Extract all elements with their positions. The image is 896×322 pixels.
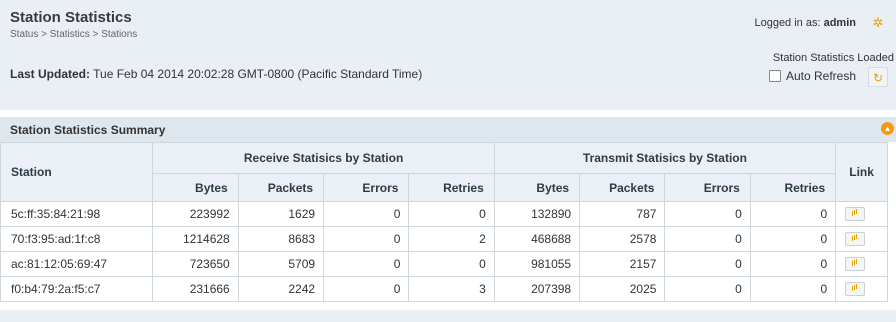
rx-errors: 0 [323,251,410,277]
tx-packets: 2578 [579,226,666,252]
link-cell [835,251,888,277]
col-tx-bytes: Bytes [493,173,581,202]
rx-packets: 8683 [237,226,325,252]
tx-packets: 787 [579,201,666,227]
rx-packets: 5709 [237,251,325,277]
chevron-up-icon[interactable]: ▲ [881,122,894,135]
table-row: f0:b4:79:2a:f5:c7 231666 2242 0 3 207398… [0,276,888,302]
col-rx-bytes: Bytes [152,173,239,202]
table-row: 5c:ff:35:84:21:98 223992 1629 0 0 132890… [0,201,888,227]
station-mac: ac:81:12:05:69:47 [0,251,154,277]
tx-errors: 0 [664,226,751,252]
tx-retries: 0 [749,251,837,277]
last-updated: Last Updated: Tue Feb 04 2014 20:02:28 G… [10,67,422,81]
rx-errors: 0 [323,226,410,252]
col-link: Link [835,142,888,202]
auto-refresh-toggle[interactable]: Auto Refresh [768,69,856,83]
rx-retries: 0 [408,201,495,227]
last-updated-label: Last Updated: [10,67,91,81]
page-header: Station Statistics Status > Statistics >… [0,0,896,110]
rx-retries: 0 [408,251,495,277]
col-rx-retries: Retries [408,173,495,202]
col-tx-retries: Retries [749,173,837,202]
col-group-transmit: Transmit Statisics by Station [493,142,837,174]
col-station: Station [0,142,154,202]
rx-errors: 0 [323,276,410,302]
tx-retries: 0 [749,276,837,302]
table-row: ac:81:12:05:69:47 723650 5709 0 0 981055… [0,251,888,277]
link-cell [835,226,888,252]
rx-retries: 2 [408,226,495,252]
logged-in-label: Logged in as: [754,17,821,29]
last-updated-value: Tue Feb 04 2014 20:02:28 GMT-0800 (Pacif… [93,67,423,81]
col-group-receive: Receive Statisics by Station [152,142,495,174]
col-rx-packets: Packets [237,173,325,202]
rx-bytes: 231666 [152,276,239,302]
chart-icon[interactable] [845,257,866,272]
link-cell [835,201,888,227]
page: Station Statistics Status > Statistics >… [0,0,896,322]
chart-icon[interactable] [845,282,866,297]
tx-errors: 0 [664,251,751,277]
auto-refresh-label: Auto Refresh [785,69,856,83]
rx-bytes: 223992 [152,201,239,227]
tx-retries: 0 [749,226,837,252]
summary-panel-header: Station Statistics Summary ▲ [0,117,896,142]
status-text: Station Statistics Loaded [772,52,894,64]
rx-retries: 3 [408,276,495,302]
page-title: Station Statistics [10,9,132,26]
tx-bytes: 132890 [493,201,581,227]
rx-errors: 0 [323,201,410,227]
tx-errors: 0 [664,201,751,227]
tx-errors: 0 [664,276,751,302]
rx-bytes: 1214628 [152,226,239,252]
rx-packets: 1629 [237,201,325,227]
tx-bytes: 468688 [493,226,581,252]
chart-icon[interactable] [845,207,866,222]
refresh-icon[interactable]: ↻ [868,67,888,87]
tx-packets: 2025 [579,276,666,302]
chart-icon[interactable] [845,232,866,247]
rx-bytes: 723650 [152,251,239,277]
col-tx-errors: Errors [664,173,751,202]
table-row: 70:f3:95:ad:1f:c8 1214628 8683 0 2 46868… [0,226,888,252]
rx-packets: 2242 [237,276,325,302]
summary-title: Station Statistics Summary [10,123,166,137]
link-cell [835,276,888,302]
tx-bytes: 207398 [493,276,581,302]
auto-refresh-checkbox[interactable] [768,70,781,82]
tx-bytes: 981055 [493,251,581,277]
tx-retries: 0 [749,201,837,227]
logged-in-info: Logged in as: admin [754,17,856,29]
breadcrumb: Status > Statistics > Stations [10,29,138,40]
col-tx-packets: Packets [579,173,666,202]
station-stats-table: Station Receive Statisics by Station Tra… [0,142,888,302]
station-mac: f0:b4:79:2a:f5:c7 [0,276,154,302]
station-mac: 70:f3:95:ad:1f:c8 [0,226,154,252]
tx-packets: 2157 [579,251,666,277]
logged-in-user: admin [823,17,856,29]
col-rx-errors: Errors [323,173,410,202]
gear-icon[interactable]: ✲ [870,15,886,31]
station-mac: 5c:ff:35:84:21:98 [0,201,154,227]
panel-footer [0,310,896,322]
